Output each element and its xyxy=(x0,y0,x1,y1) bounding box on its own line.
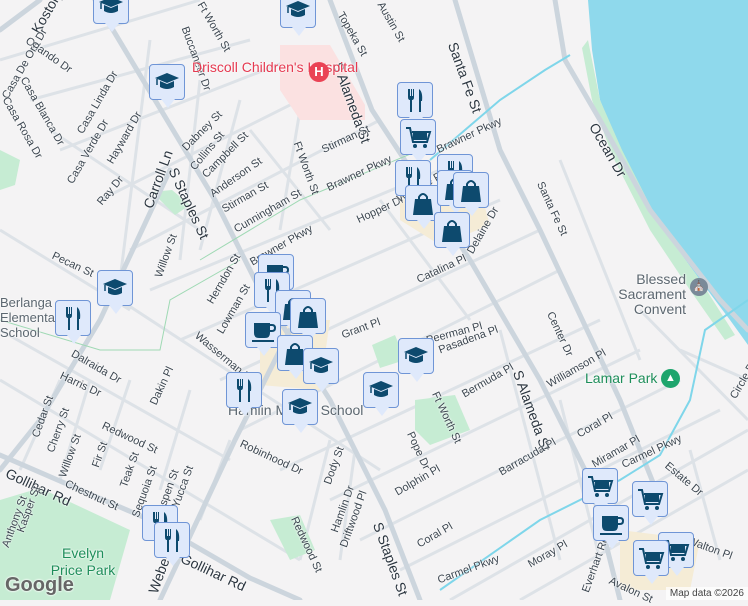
shopping-cart-icon xyxy=(406,127,432,148)
coffee-marker[interactable] xyxy=(245,312,281,356)
school-marker[interactable] xyxy=(363,372,399,416)
school-icon xyxy=(155,73,179,89)
restaurant-marker[interactable] xyxy=(226,372,262,416)
shopping-cart-marker[interactable] xyxy=(400,119,436,163)
restaurant-marker[interactable] xyxy=(154,522,190,566)
school-icon xyxy=(404,347,428,363)
coffee-icon xyxy=(600,516,625,535)
restaurant-marker[interactable] xyxy=(397,82,433,126)
hospital-icon[interactable]: H xyxy=(309,62,329,82)
school-marker[interactable] xyxy=(303,348,339,392)
shopping-bag-marker[interactable] xyxy=(290,298,326,342)
restaurant-icon xyxy=(165,529,180,552)
park-tree-icon[interactable]: ▲ xyxy=(661,369,680,388)
map-data-credit[interactable]: Map data ©2026 xyxy=(665,587,748,600)
school-icon xyxy=(369,381,393,397)
church-icon[interactable]: ⛪ xyxy=(690,278,708,296)
shopping-cart-icon xyxy=(639,548,665,569)
shopping-bag-marker[interactable] xyxy=(453,172,489,216)
restaurant-icon xyxy=(66,307,81,330)
restaurant-marker[interactable] xyxy=(55,300,91,344)
shopping-cart-icon xyxy=(588,476,614,497)
school-icon xyxy=(103,279,127,295)
school-marker[interactable] xyxy=(398,338,434,382)
coffee-marker[interactable] xyxy=(593,505,629,549)
coffee-icon xyxy=(252,323,277,342)
school-icon xyxy=(99,0,123,13)
shopping-bag-icon xyxy=(442,220,462,242)
shopping-cart-marker[interactable] xyxy=(632,481,668,525)
school-marker[interactable] xyxy=(97,270,133,314)
minor-street xyxy=(638,308,748,422)
shopping-bag-icon xyxy=(461,180,481,202)
shopping-cart-marker[interactable] xyxy=(633,540,669,584)
school-marker[interactable] xyxy=(282,389,318,433)
shopping-bag-icon xyxy=(298,306,318,328)
school-marker[interactable] xyxy=(93,0,129,32)
park-left xyxy=(0,150,20,190)
school-icon xyxy=(309,357,333,373)
restaurant-icon xyxy=(408,89,423,112)
restaurant-icon xyxy=(237,379,252,402)
hospital-label[interactable]: Driscoll Children's Hospital xyxy=(192,60,358,75)
school-icon xyxy=(288,398,312,414)
shopping-bag-marker[interactable] xyxy=(434,212,470,256)
minor-street xyxy=(558,159,642,361)
google-logo: Google xyxy=(5,574,74,596)
school-icon xyxy=(286,1,310,17)
shopping-cart-icon xyxy=(638,489,664,510)
school-marker[interactable] xyxy=(280,0,316,36)
school-marker[interactable] xyxy=(149,64,185,108)
convent-label[interactable]: Blessed Sacrament Convent xyxy=(566,272,686,317)
lamar-park-label[interactable]: Lamar Park xyxy=(585,370,657,386)
shopping-cart-marker[interactable] xyxy=(582,468,618,512)
shopping-bag-icon xyxy=(413,193,433,215)
